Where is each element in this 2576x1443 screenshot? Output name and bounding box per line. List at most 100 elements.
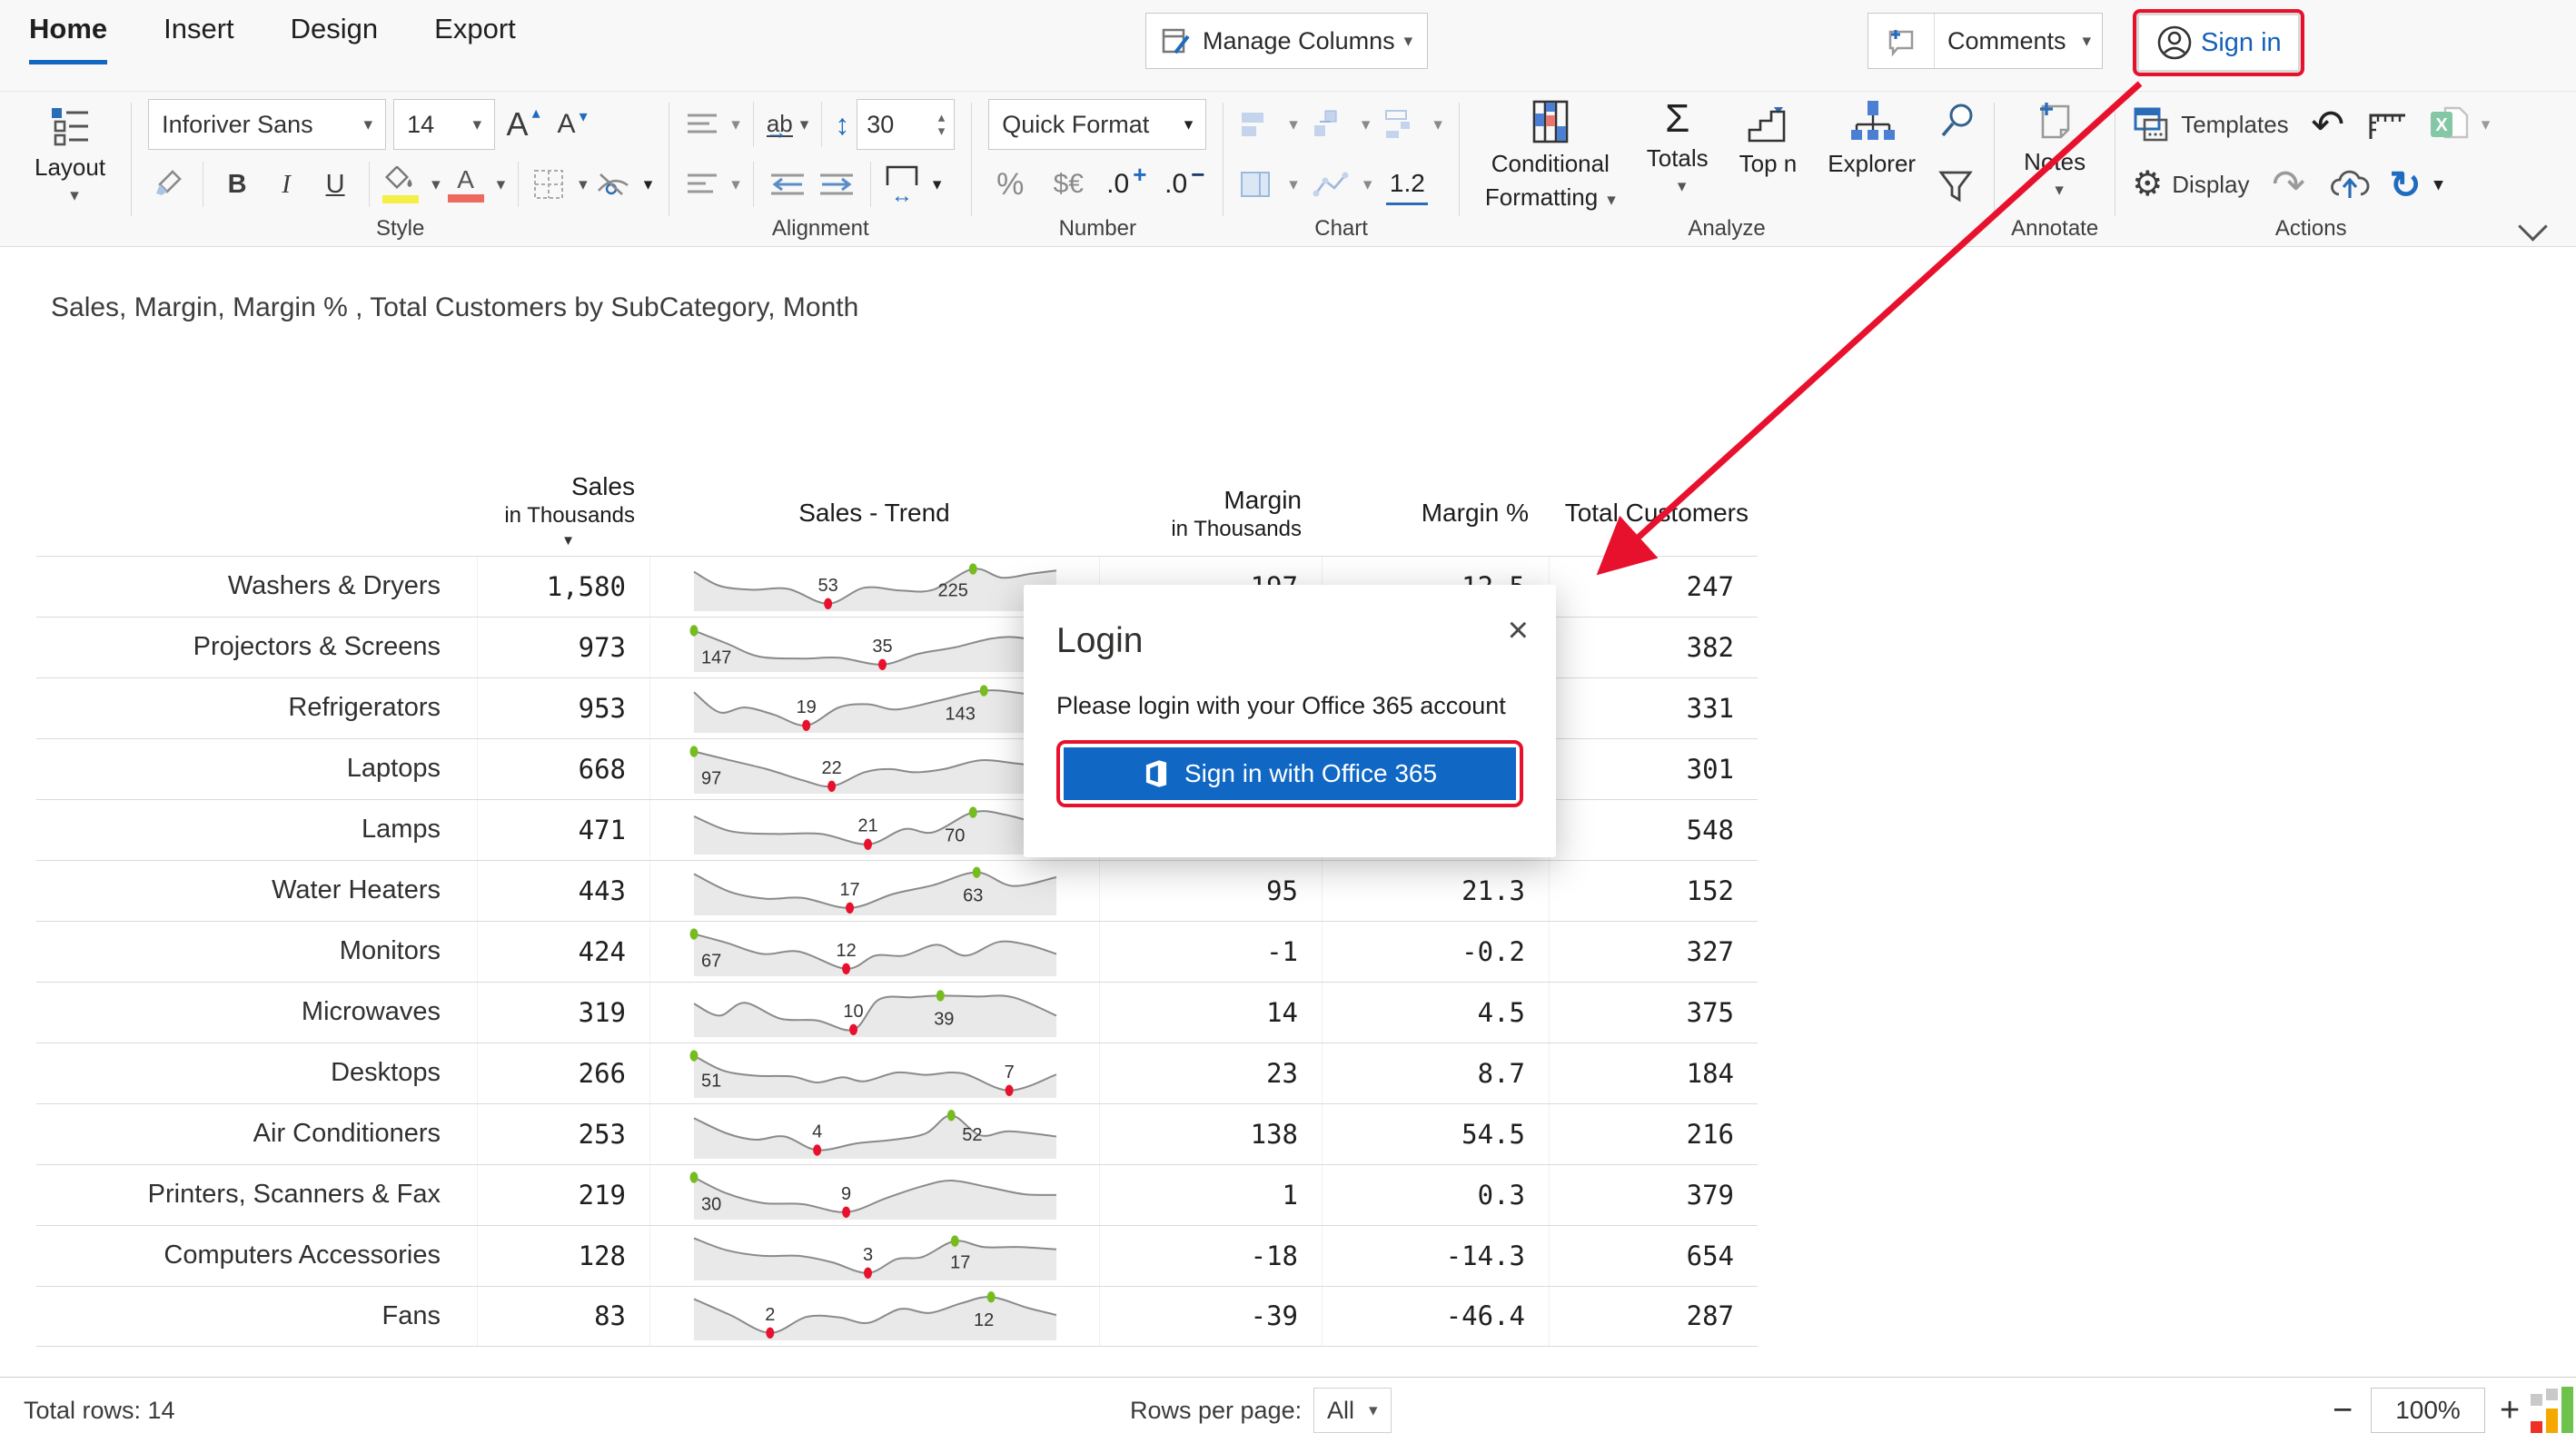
table-row[interactable]: Microwaves 319 3910 14 4.5 375 <box>36 982 1758 1043</box>
table-row[interactable]: Desktops 266 517 23 8.7 184 <box>36 1043 1758 1103</box>
refresh-button[interactable]: ↻ ▾ <box>2390 160 2443 209</box>
explorer-button[interactable]: Explorer <box>1818 97 1925 214</box>
grow-font-button[interactable]: A▴ <box>502 100 544 149</box>
tab-design[interactable]: Design <box>291 13 379 64</box>
increase-decimal-button[interactable]: .0+ <box>1105 160 1147 209</box>
cell-sales: 471 <box>477 800 649 860</box>
increase-indent-button[interactable] <box>816 160 857 209</box>
display-settings-button[interactable]: ⚙ Display <box>2132 160 2249 209</box>
comments-button[interactable]: Comments ▾ <box>1868 13 2103 69</box>
zoom-in-button[interactable]: + <box>2500 1378 2520 1443</box>
close-icon[interactable]: × <box>1508 612 1529 648</box>
column-width-button[interactable]: ↔ ▾ <box>884 160 942 209</box>
chart-waterfall-button[interactable]: ▾ <box>1313 100 1371 149</box>
notes-button[interactable]: Notes ▾ <box>2015 97 2095 201</box>
stepper-down-icon[interactable]: ▾ <box>938 124 946 138</box>
chevron-down-icon: ▾ <box>364 116 373 133</box>
tab-export[interactable]: Export <box>434 13 516 64</box>
chevron-down-icon: ▾ <box>2434 176 2443 193</box>
divider <box>518 162 519 207</box>
bold-button[interactable]: B <box>216 160 258 209</box>
quick-format-label: Quick Format <box>1002 111 1149 139</box>
table-row[interactable]: Air Conditioners 253 524 138 54.5 216 <box>36 1103 1758 1164</box>
font-color-button[interactable]: A ▾ <box>448 160 506 209</box>
redo-button[interactable]: ↷ <box>2268 160 2310 209</box>
sign-in-button[interactable]: Sign in <box>2139 15 2298 70</box>
templates-button[interactable]: Templates <box>2132 100 2289 149</box>
underline-button[interactable]: U <box>314 160 356 209</box>
tab-insert[interactable]: Insert <box>163 13 234 64</box>
divider <box>821 102 822 147</box>
font-size-select[interactable]: 14 ▾ <box>393 99 495 150</box>
svg-text:19: 19 <box>796 697 816 717</box>
svg-text:10: 10 <box>843 1002 863 1022</box>
decrease-decimal-button[interactable]: .0− <box>1164 160 1205 209</box>
font-family-select[interactable]: Inforiver Sans ▾ <box>148 99 386 150</box>
row-label: Computers Accessories <box>36 1226 477 1286</box>
row-label: Lamps <box>36 800 477 860</box>
manage-columns-button[interactable]: Manage Columns ▾ <box>1145 13 1428 69</box>
italic-button[interactable]: I <box>265 160 307 209</box>
quick-format-select[interactable]: Quick Format ▾ <box>988 99 1206 150</box>
inforiver-logo-icon <box>2531 1387 2576 1434</box>
table-row[interactable]: Water Heaters 443 6317 95 21.3 152 <box>36 860 1758 921</box>
filter-icon[interactable] <box>1937 169 1974 205</box>
chart-bar-button[interactable]: ▾ <box>1240 100 1298 149</box>
decrease-indent-button[interactable] <box>767 160 808 209</box>
search-icon[interactable] <box>1937 101 1977 141</box>
chevron-down-icon: ▾ <box>1678 178 1687 195</box>
undo-button[interactable]: ↶ <box>2307 100 2349 149</box>
conditional-formatting-button[interactable]: Conditional Formatting▾ <box>1476 97 1625 214</box>
group-label-number: Number <box>1059 214 1136 247</box>
rows-per-page-select[interactable]: All ▾ <box>1313 1388 1392 1433</box>
sign-in-office365-button[interactable]: Sign in with Office 365 <box>1064 747 1516 800</box>
divider <box>870 162 871 207</box>
cell-customers: 654 <box>1549 1226 1758 1286</box>
column-header-margin[interactable]: Margin in Thousands <box>1099 484 1322 550</box>
table-row[interactable]: Fans 83 122 -39 -46.4 287 <box>36 1286 1758 1347</box>
chart-table-button[interactable]: ▾ <box>1240 160 1298 209</box>
chevron-down-icon: ▾ <box>1289 116 1298 133</box>
zoom-out-button[interactable]: − <box>2333 1378 2353 1443</box>
cell-trend: 173 <box>649 1226 1099 1286</box>
conditional-formatting-icon <box>1528 99 1573 144</box>
explorer-label: Explorer <box>1828 150 1916 178</box>
zoom-level-box[interactable]: 100% <box>2371 1388 2485 1433</box>
shrink-font-button[interactable]: A▾ <box>551 100 593 149</box>
borders-button[interactable]: ▾ <box>531 160 588 209</box>
resize-button[interactable] <box>2367 100 2409 149</box>
fill-color-button[interactable]: ▾ <box>382 160 441 209</box>
cell-customers: 548 <box>1549 800 1758 860</box>
upload-button[interactable] <box>2328 160 2372 209</box>
wrap-text-button[interactable]: ab → ▾ <box>767 100 808 149</box>
format-painter-button[interactable] <box>148 160 190 209</box>
font-size-value: 14 <box>407 111 434 139</box>
sparkline-max-dot <box>986 1291 995 1302</box>
layout-button[interactable]: Layout ▾ <box>25 104 114 206</box>
column-header-margin-pct[interactable]: Margin % <box>1322 497 1549 550</box>
top-n-button[interactable]: Top n <box>1730 97 1807 214</box>
number-format-1-2-button[interactable]: 1.2 <box>1386 164 1428 205</box>
ribbon-group-layout: Layout ▾ <box>20 97 120 247</box>
column-header-trend[interactable]: Sales - Trend <box>649 497 1099 550</box>
table-row[interactable]: Printers, Scanners & Fax 219 309 1 0.3 3… <box>36 1164 1758 1225</box>
stepper-up-icon[interactable]: ▴ <box>938 111 946 124</box>
sparkline-icon <box>1313 170 1351 199</box>
table-row[interactable]: Monitors 424 6712 -1 -0.2 327 <box>36 921 1758 982</box>
totals-button[interactable]: Σ Totals ▾ <box>1638 97 1718 214</box>
horizontal-align-button[interactable]: ▾ <box>686 160 740 209</box>
tab-home[interactable]: Home <box>29 13 107 64</box>
row-height-stepper[interactable]: 30 ▴▾ <box>857 99 955 150</box>
excel-export-button[interactable]: X ▾ <box>2427 100 2491 149</box>
chart-combo-button[interactable]: ▾ <box>1384 100 1442 149</box>
table-row[interactable]: Computers Accessories 128 173 -18 -14.3 … <box>36 1225 1758 1286</box>
clear-border-button[interactable]: ▾ <box>595 160 653 209</box>
currency-format-button[interactable]: $€ <box>1047 160 1089 209</box>
sparkline-button[interactable]: ▾ <box>1313 160 1372 209</box>
sparkline-min-dot <box>877 658 886 669</box>
column-header-sales[interactable]: Sales in Thousands ▼ <box>477 470 649 550</box>
column-header-customers[interactable]: Total Customers <box>1549 497 1758 550</box>
sparkline-max-dot <box>936 990 944 1001</box>
percent-format-button[interactable]: % <box>989 160 1031 209</box>
vertical-align-button[interactable]: ▾ <box>686 100 740 149</box>
